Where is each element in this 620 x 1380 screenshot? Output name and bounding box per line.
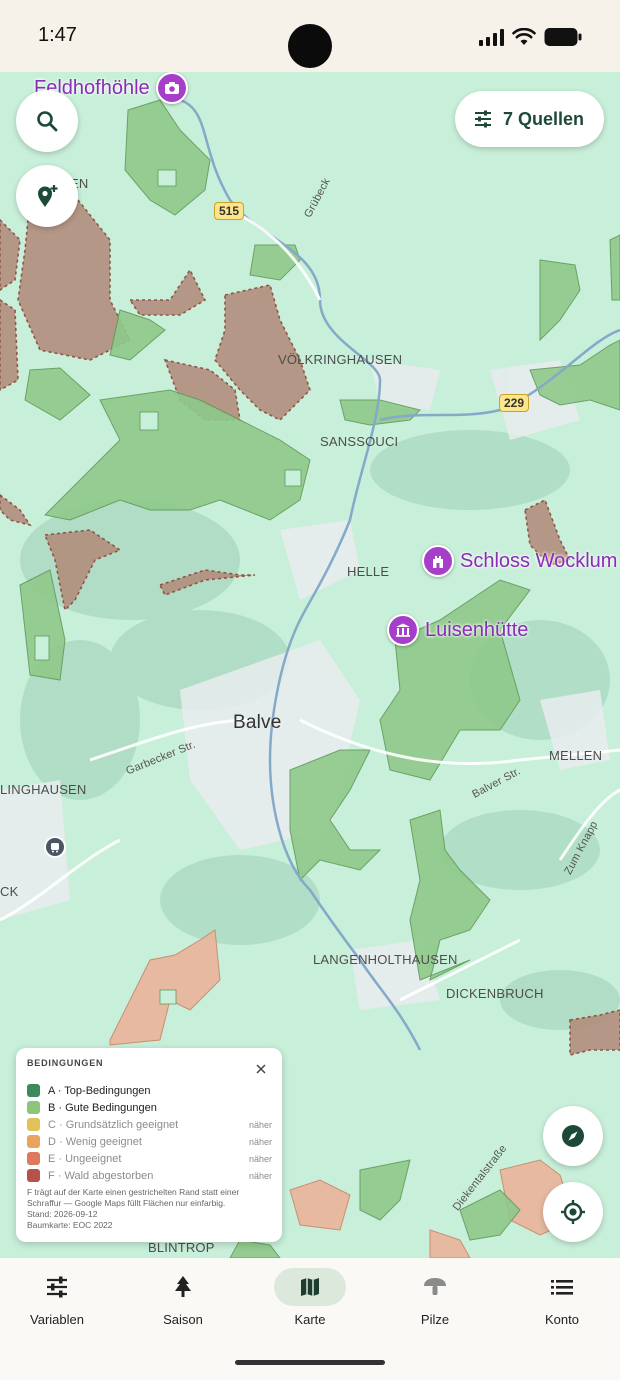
tune-icon <box>474 110 491 128</box>
nav-label: Pilze <box>420 1312 450 1327</box>
tree-icon <box>147 1268 219 1306</box>
status-icons <box>479 24 582 50</box>
legend-row: E · Ungeeignet näher <box>27 1150 272 1167</box>
legend-label: C · Grundsätzlich geeignet <box>48 1118 179 1131</box>
poi-label: Luisenhütte <box>425 618 529 641</box>
legend-baumkarte: Baumkarte: EOC 2022 <box>27 1220 113 1230</box>
sliders-icon <box>21 1268 93 1306</box>
legend-row: D · Wenig geeignet näher <box>27 1133 272 1150</box>
nav-label: Saison <box>163 1312 203 1327</box>
legend-rows: A · Top-Bedingungen B · Gute Bedingungen C… <box>27 1082 272 1184</box>
legend-label: E · Ungeeignet <box>48 1152 122 1165</box>
nav-item-konto[interactable]: Konto <box>500 1258 620 1338</box>
legend-label: F · Wald abgestorben <box>48 1169 154 1182</box>
legend-row: B · Gute Bedingungen <box>27 1099 272 1116</box>
mushroom-icon <box>399 1268 471 1306</box>
map-icon <box>274 1268 346 1306</box>
sources-button[interactable]: 7 Quellen <box>454 91 604 147</box>
cellular-signal-icon <box>479 28 504 46</box>
poi-schloss-wocklum[interactable]: Schloss Wocklum <box>422 545 617 577</box>
conditions-legend: BEDINGUNGEN A · Top-Bedingungen B · Gute … <box>16 1048 282 1242</box>
place-label-blintrop: BLINTROP <box>148 1240 215 1255</box>
bus-stop-icon[interactable] <box>44 836 66 858</box>
museum-icon <box>387 614 419 646</box>
road-shield-229: 229 <box>499 394 530 412</box>
poi-label: Schloss Wocklum <box>460 549 618 572</box>
home-indicator <box>235 1360 385 1365</box>
battery-icon <box>544 28 582 46</box>
place-label-volkringhausen: VÖLKRINGHAUSEN <box>278 352 403 367</box>
place-label-sanssouci: SANSSOUCI <box>320 434 399 449</box>
legend-more-link[interactable]: näher <box>249 1120 272 1130</box>
place-label-dickenbruch: DICKENBRUCH <box>446 986 544 1001</box>
legend-title: BEDINGUNGEN <box>27 1058 104 1068</box>
camera-icon <box>155 72 188 104</box>
legend-row: C · Grundsätzlich geeignet näher <box>27 1116 272 1133</box>
nav-item-saison[interactable]: Saison <box>121 1258 245 1338</box>
list-icon <box>526 1268 598 1306</box>
poi-luisenhuette[interactable]: Luisenhütte <box>387 614 528 646</box>
legend-more-link[interactable]: näher <box>249 1154 272 1164</box>
road-shield-515: 515 <box>214 202 245 220</box>
legend-label: A · Top-Bedingungen <box>48 1084 151 1097</box>
status-time: 1:47 <box>38 24 77 46</box>
my-location-icon <box>561 1200 585 1224</box>
search-button[interactable] <box>16 90 78 152</box>
nav-item-karte[interactable]: Karte <box>248 1258 372 1338</box>
legend-swatch <box>27 1101 40 1114</box>
legend-more-link[interactable]: näher <box>249 1171 272 1181</box>
add-location-pin-icon <box>38 185 58 207</box>
compass-button[interactable] <box>543 1106 603 1166</box>
legend-row: F · Wald abgestorben näher <box>27 1167 272 1184</box>
nav-label: Konto <box>545 1312 579 1327</box>
legend-swatch <box>27 1084 40 1097</box>
legend-swatch <box>27 1135 40 1148</box>
nav-item-variablen[interactable]: Variablen <box>0 1258 119 1338</box>
close-icon[interactable] <box>254 1062 268 1076</box>
legend-stand: Stand: 2026-09-12 <box>27 1209 98 1219</box>
place-label-helle: HELLE <box>347 564 390 579</box>
place-label-balve: Balve <box>233 712 282 733</box>
legend-label: B · Gute Bedingungen <box>48 1101 157 1114</box>
legend-swatch <box>27 1118 40 1131</box>
wifi-icon <box>512 28 536 45</box>
add-location-button[interactable] <box>16 165 78 227</box>
nav-label: Karte <box>294 1312 326 1327</box>
legend-row: A · Top-Bedingungen <box>27 1082 272 1099</box>
legend-swatch <box>27 1152 40 1165</box>
place-label-linghausen: LINGHAUSEN <box>0 782 87 797</box>
place-label-mellen: MELLEN <box>549 748 603 763</box>
castle-icon <box>422 545 454 577</box>
legend-note-text: F trägt auf der Karte einen gestrichelte… <box>27 1187 240 1208</box>
legend-note: F trägt auf der Karte einen gestrichelte… <box>27 1187 272 1231</box>
sources-button-label: 7 Quellen <box>502 108 584 129</box>
legend-more-link[interactable]: näher <box>249 1137 272 1147</box>
camera-notch <box>288 24 332 68</box>
nav-item-pilze[interactable]: Pilze <box>373 1258 497 1338</box>
search-icon <box>37 111 58 132</box>
nav-label: Variablen <box>30 1312 84 1327</box>
legend-label: D · Wenig geeignet <box>48 1135 142 1148</box>
place-label-ck: CK <box>0 884 19 899</box>
my-location-button[interactable] <box>543 1182 603 1242</box>
status-bar: 1:47 <box>0 0 620 72</box>
place-label-langenholthausen: LANGENHOLTHAUSEN <box>313 952 458 967</box>
legend-swatch <box>27 1169 40 1182</box>
compass-icon <box>562 1125 584 1147</box>
